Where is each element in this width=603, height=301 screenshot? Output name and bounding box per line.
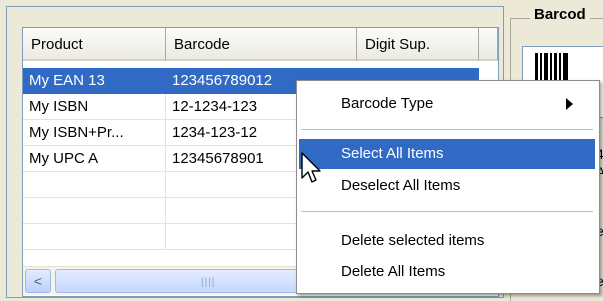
menu-item-label: Delete selected items <box>341 232 485 249</box>
scroll-left-arrow-icon[interactable]: < <box>25 269 51 293</box>
menu-item-delete-all[interactable]: Delete All Items <box>299 257 595 287</box>
barcode-group-title: Barcod <box>530 6 590 23</box>
menu-separator <box>301 211 593 212</box>
menu-item-deselect-all[interactable]: Deselect All Items <box>299 171 595 201</box>
cell-product: My UPC A <box>23 146 166 172</box>
scrollbar-grip-icon: |||| <box>201 277 216 288</box>
column-header-product[interactable]: Product <box>23 28 166 61</box>
cell-product: My ISBN <box>23 94 166 120</box>
menu-item-label: Delete All Items <box>341 263 446 280</box>
empty-cell <box>23 224 166 250</box>
empty-cell <box>23 172 166 198</box>
menu-item-label: Barcode Type <box>341 95 434 112</box>
cell-product: My ISBN+Pr... <box>23 120 166 146</box>
menu-item-barcode-type[interactable]: Barcode Type <box>299 89 595 119</box>
menu-item-label: Deselect All Items <box>341 177 461 194</box>
grid-header: Product Barcode Digit Sup. <box>23 28 498 61</box>
cell-product: My EAN 13 <box>23 68 166 94</box>
column-header-digit-sup[interactable]: Digit Sup. <box>357 28 479 61</box>
menu-item-label: Select All Items <box>341 145 444 162</box>
column-header-barcode[interactable]: Barcode <box>166 28 357 61</box>
chevron-right-icon <box>566 98 573 110</box>
menu-item-delete-selected[interactable]: Delete selected items <box>299 226 595 256</box>
context-menu: Barcode Type Select All Items Deselect A… <box>296 80 600 294</box>
menu-item-select-all[interactable]: Select All Items <box>299 139 595 169</box>
menu-separator <box>301 129 593 130</box>
empty-cell <box>23 198 166 224</box>
column-header-filler <box>479 28 498 61</box>
arrow-cursor-icon <box>301 152 321 183</box>
